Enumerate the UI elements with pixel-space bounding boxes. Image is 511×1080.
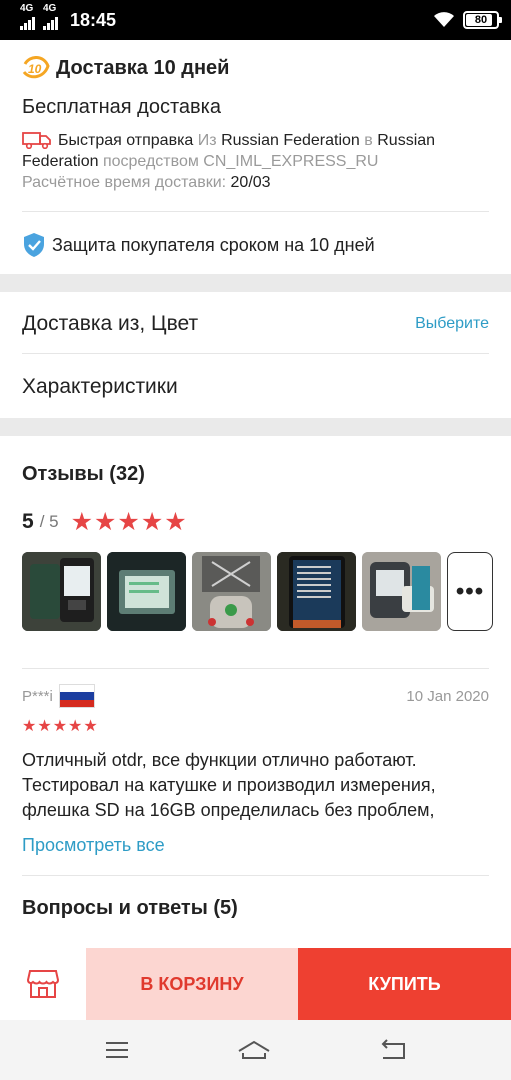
rating-score: 5 [22, 510, 34, 533]
carrier-name: CN_IML_EXPRESS_RU [203, 153, 379, 170]
shipping-details: Быстрая отправка Из Russian Federation в… [22, 130, 492, 172]
store-button[interactable] [0, 948, 86, 1020]
review-photo-2[interactable] [107, 552, 186, 631]
svg-text:10: 10 [28, 62, 42, 76]
eta-value: 20/03 [230, 174, 271, 191]
buy-now-button[interactable]: КУПИТЬ [298, 948, 511, 1020]
section-separator [0, 274, 511, 292]
status-bar: 4G 4G 18:45 80 [0, 0, 511, 40]
store-icon [26, 970, 60, 998]
via-word: посредством [102, 153, 199, 170]
rating-max: / 5 [39, 512, 59, 531]
more-icon: ••• [455, 577, 485, 605]
eta-label: Расчётное время доставки: [22, 174, 227, 191]
clock: 18:45 [70, 9, 117, 30]
review-photo-3[interactable] [192, 552, 271, 631]
protection-text: Защита покупателя сроком на 10 дней [52, 234, 375, 255]
delivery-title: Доставка 10 дней [56, 56, 230, 79]
home-icon[interactable] [237, 1039, 271, 1061]
delivery-header: 10 Доставка 10 дней [22, 56, 229, 80]
to-word: в [364, 132, 373, 149]
back-icon[interactable] [379, 1039, 407, 1061]
options-section [0, 292, 511, 418]
reviews-title[interactable]: Отзывы (32) [22, 463, 145, 486]
choose-link[interactable]: Выберите [415, 315, 489, 333]
rating-stars: ★★★★★ [70, 508, 188, 536]
review-photo-4[interactable] [277, 552, 356, 631]
review-photo-1[interactable] [22, 552, 101, 631]
battery-level: 80 [474, 14, 488, 26]
review-stars: ★★★★★ [22, 718, 99, 735]
wifi-icon [434, 12, 454, 27]
review-date: 10 Jan 2020 [406, 688, 489, 705]
divider [22, 353, 489, 354]
network-type-label: 4G [20, 2, 34, 14]
truck-icon [22, 132, 51, 149]
divider [22, 875, 489, 876]
qa-title[interactable]: Вопросы и ответы (5) [22, 897, 238, 920]
ten-days-icon: 10 [22, 56, 50, 79]
bottom-action-bar: В КОРЗИНУ КУПИТЬ [0, 948, 511, 1020]
more-photos-button[interactable]: ••• [447, 552, 493, 631]
review-text[interactable]: Отличный otdr, все функции отлично работ… [22, 748, 497, 823]
menu-icon[interactable] [104, 1040, 130, 1060]
free-shipping-title: Бесплатная доставка [22, 96, 221, 118]
fast-dispatch-label: Быстрая отправка [58, 132, 194, 149]
author-name: P***i [22, 687, 53, 705]
network-type-label-2: 4G [43, 2, 57, 14]
section-separator [0, 418, 511, 436]
from-word: Из [197, 132, 217, 149]
estimated-delivery: Расчётное время доставки: 20/03 [22, 174, 271, 192]
system-nav-bar [0, 1020, 511, 1080]
from-country: Russian Federation [221, 132, 360, 149]
add-to-cart-button[interactable]: В КОРЗИНУ [86, 948, 298, 1020]
buyer-protection[interactable]: Защита покупателя сроком на 10 дней [22, 232, 375, 258]
russia-flag-icon [58, 684, 95, 708]
divider [22, 668, 489, 669]
review-photo-5[interactable] [362, 552, 441, 631]
shipping-color-selector[interactable]: Доставка из, Цвет [22, 312, 198, 336]
specifications-row[interactable]: Характеристики [22, 375, 178, 399]
view-all-reviews-link[interactable]: Просмотреть все [22, 835, 165, 856]
rating-summary: 5 / 5 ★★★★★ [22, 507, 188, 537]
divider [22, 211, 489, 212]
battery-icon: 80 [463, 11, 502, 29]
signal-icon-2: 4G [43, 3, 58, 30]
review-photos: ••• [22, 552, 493, 631]
shield-icon [24, 233, 44, 257]
signal-icon: 4G [20, 3, 35, 30]
review-author: P***i [22, 684, 95, 708]
